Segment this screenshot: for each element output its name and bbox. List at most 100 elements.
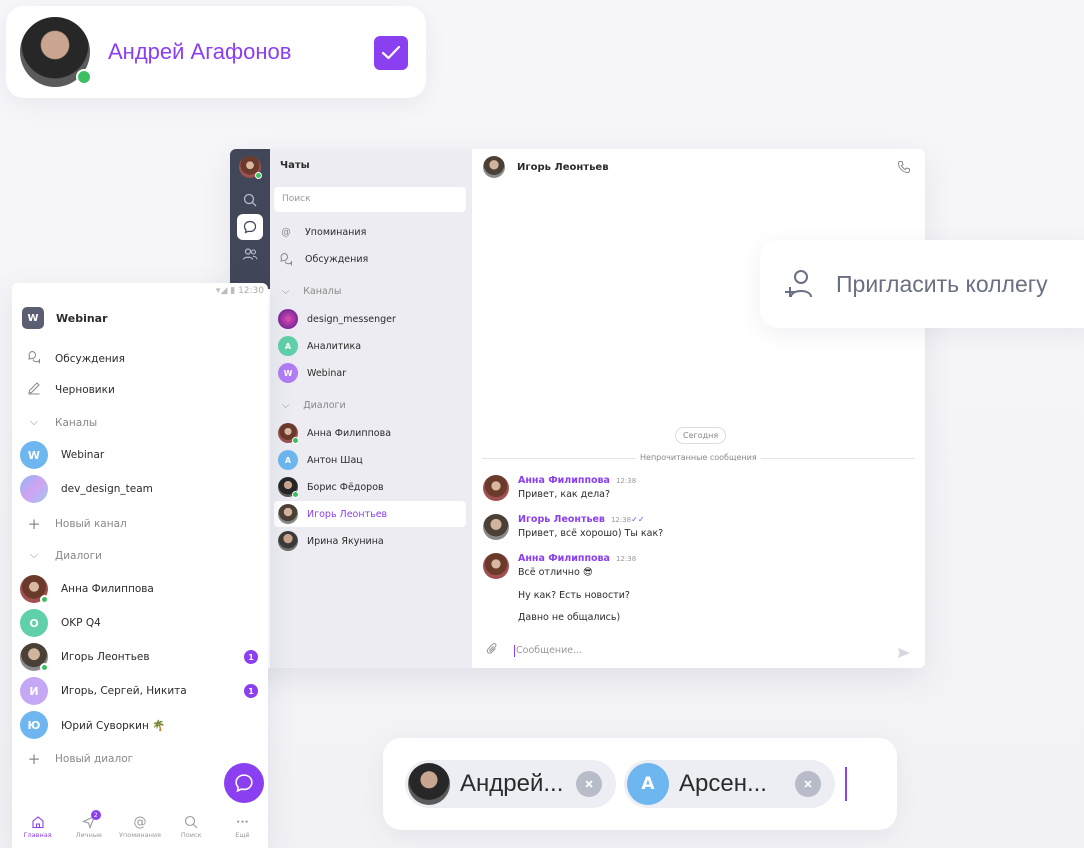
search-icon: [184, 813, 198, 831]
dialog-item-active[interactable]: Игорь Леонтьев: [274, 501, 466, 527]
recipients-input[interactable]: Андрей... А Арсен...: [383, 738, 897, 830]
dialogs-header-label: Диалоги: [55, 549, 102, 562]
dialog-item[interactable]: Ю Юрий Суворкин 🌴: [20, 711, 264, 739]
send-icon: 2: [81, 810, 101, 831]
paperclip-icon[interactable]: [486, 642, 498, 659]
tab-badge: 2: [90, 810, 101, 820]
new-dialog-label: Новый диалог: [55, 753, 134, 765]
read-check-icon: ✓✓: [631, 515, 645, 524]
tab-personal[interactable]: 2 Личные: [63, 810, 114, 848]
contacts-icon[interactable]: [237, 241, 263, 267]
avatar: Ю: [20, 711, 48, 739]
chevron-down-icon: ⌵: [282, 400, 290, 411]
user-avatar: [20, 17, 92, 87]
discussions-label: Обсуждения: [55, 352, 125, 365]
channel-item[interactable]: design_messenger: [278, 309, 396, 329]
status-time: 12:30: [238, 286, 264, 296]
tab-home[interactable]: Главная: [12, 813, 63, 848]
chat-icon[interactable]: [237, 214, 263, 240]
dialogs-section-header[interactable]: ⌵ Диалоги: [26, 549, 102, 562]
tab-more[interactable]: ••• Ещё: [217, 813, 268, 848]
dialog-item[interactable]: Игорь Леонтьев 1: [20, 643, 264, 672]
channel-item[interactable]: А Аналитика: [278, 336, 361, 356]
dialog-item[interactable]: Анна Филиппова: [278, 423, 392, 444]
dialogs-header-label: Диалоги: [303, 400, 346, 411]
channel-avatar: [20, 475, 48, 503]
home-icon: [31, 813, 45, 831]
message: Анна Филиппова 12:38 Всё отлично 😎: [483, 553, 636, 579]
tab-label: Поиск: [180, 831, 202, 839]
workspace-header[interactable]: W Webinar: [22, 307, 108, 329]
drafts-item[interactable]: Черновики: [26, 381, 115, 398]
channels-section-header[interactable]: ⌵ Каналы: [26, 416, 97, 429]
new-channel-button[interactable]: + Новый канал: [26, 515, 127, 533]
dialogs-section-header[interactable]: ⌵ Диалоги: [282, 400, 346, 411]
discussions-item[interactable]: Обсуждения: [278, 251, 368, 267]
channel-item[interactable]: W Webinar: [20, 441, 264, 469]
tab-label: Главная: [23, 831, 52, 839]
phone-icon[interactable]: [897, 159, 911, 178]
close-icon[interactable]: [576, 771, 602, 797]
avatar: O: [20, 609, 48, 637]
dialog-item[interactable]: И Игорь, Сергей, Никита 1: [20, 677, 264, 705]
dialog-item[interactable]: Ирина Якунина: [278, 531, 384, 551]
new-message-fab[interactable]: [224, 763, 264, 803]
tab-label: Ещё: [235, 831, 250, 839]
user-select-card[interactable]: Андрей Агафонов: [6, 6, 426, 98]
avatar: А: [278, 450, 298, 470]
date-chip: Сегодня: [675, 427, 727, 444]
invite-colleague-button[interactable]: Пригласить коллегу: [760, 240, 1084, 328]
dialog-name: Антон Шац: [307, 454, 363, 466]
channel-avatar: W: [20, 441, 48, 469]
dialog-item[interactable]: А Антон Шац: [278, 450, 363, 470]
dialog-name: Игорь Леонтьев: [61, 651, 150, 663]
at-icon: @: [133, 814, 147, 830]
text-caret: [514, 644, 515, 657]
dialog-item[interactable]: Борис Фёдоров: [278, 477, 384, 498]
chat-list-panel: Чаты Поиск @ Упоминания Обсуждения ⌵ Кан…: [270, 149, 472, 668]
avatar: [483, 514, 509, 540]
mentions-item[interactable]: @ Упоминания: [278, 224, 366, 240]
channel-item[interactable]: dev_design_team: [20, 475, 264, 503]
search-input[interactable]: Поиск: [274, 187, 466, 212]
avatar: [483, 553, 509, 579]
dialog-name: Игорь, Сергей, Никита: [61, 685, 187, 697]
avatar: [408, 763, 450, 805]
tab-search[interactable]: Поиск: [166, 813, 217, 848]
contact-name: Игорь Леонтьев: [517, 161, 609, 173]
chip-name: Арсен...: [679, 770, 767, 797]
nav-rail: [230, 149, 270, 289]
checkbox-checked[interactable]: [374, 36, 408, 70]
tab-bar: Главная 2 Личные @ Упоминания Поиск ••• …: [12, 810, 268, 848]
message-author: Игорь Леонтьев: [518, 514, 605, 525]
new-dialog-button[interactable]: + Новый диалог: [26, 750, 133, 768]
invite-label: Пригласить коллегу: [836, 270, 1048, 297]
search-icon[interactable]: [237, 187, 263, 213]
at-icon: @: [281, 226, 291, 238]
avatar: [278, 423, 299, 444]
channel-name: Аналитика: [307, 340, 362, 352]
send-icon[interactable]: [897, 644, 911, 663]
user-name: Андрей Агафонов: [108, 39, 292, 64]
chat-header: Игорь Леонтьев: [483, 156, 609, 178]
discussions-icon: [26, 350, 42, 367]
dialog-item[interactable]: Анна Филиппова: [20, 575, 264, 604]
channel-item[interactable]: W Webinar: [278, 363, 346, 383]
channel-avatar: [278, 309, 298, 329]
rail-avatar[interactable]: [237, 154, 263, 180]
discussions-icon: [278, 251, 294, 267]
dialog-name: Анна Филиппова: [307, 427, 392, 439]
close-icon[interactable]: [795, 771, 821, 797]
more-icon: •••: [236, 818, 249, 826]
unread-label: Непрочитанные сообщения: [636, 453, 761, 462]
dialog-name: Ирина Якунина: [307, 535, 384, 547]
channels-section-header[interactable]: ⌵ Каналы: [282, 286, 341, 297]
channels-header-label: Каналы: [303, 286, 342, 297]
discussions-label: Обсуждения: [305, 253, 369, 265]
recipient-chip: Андрей...: [405, 760, 616, 808]
discussions-item[interactable]: Обсуждения: [26, 350, 125, 367]
dialog-item[interactable]: O OKP Q4: [20, 609, 264, 637]
wifi-icon: ▾◢ ▮: [215, 286, 236, 296]
tab-mentions[interactable]: @ Упоминания: [114, 813, 165, 848]
message-composer[interactable]: Сообщение...: [486, 642, 582, 659]
